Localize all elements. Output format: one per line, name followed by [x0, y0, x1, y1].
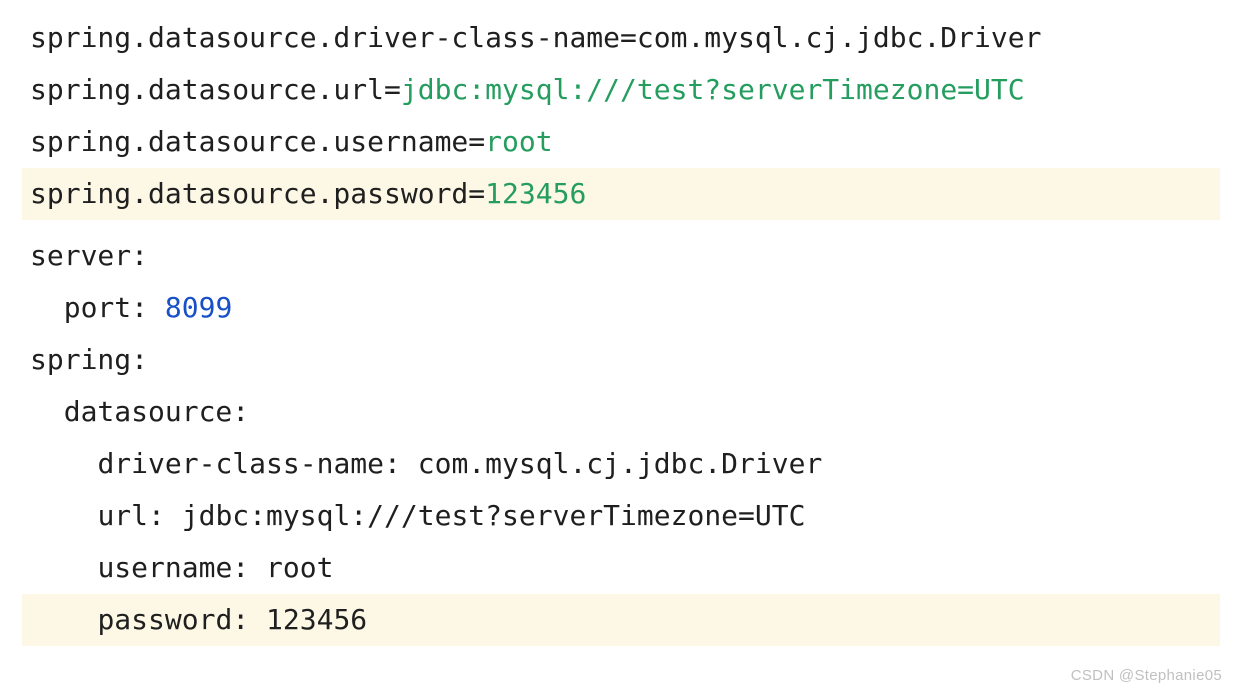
colon-space: :	[232, 603, 266, 636]
indent	[30, 447, 97, 480]
prop-key: spring.datasource.url	[30, 73, 384, 106]
yaml-password-line: password: 123456	[22, 594, 1220, 646]
yaml-server-line: server:	[30, 230, 1236, 282]
yaml-key: port	[64, 291, 131, 324]
indent	[30, 499, 97, 532]
watermark-text: CSDN @Stephanie05	[1071, 667, 1222, 684]
yaml-driver-line: driver-class-name: com.mysql.cj.jdbc.Dri…	[30, 438, 1236, 490]
yaml-value: root	[266, 551, 333, 584]
indent	[30, 603, 97, 636]
colon: :	[232, 395, 249, 428]
prop-value: jdbc:mysql:///test?serverTimezone=UTC	[401, 73, 1025, 106]
colon-space: :	[384, 447, 418, 480]
prop-line-username: spring.datasource.username=root	[30, 116, 1236, 168]
prop-line-url: spring.datasource.url=jdbc:mysql:///test…	[30, 64, 1236, 116]
prop-key: spring.datasource.password	[30, 177, 468, 210]
yaml-datasource-line: datasource:	[30, 386, 1236, 438]
colon-space: :	[131, 291, 165, 324]
prop-value: 123456	[485, 177, 586, 210]
yaml-port-line: port: 8099	[30, 282, 1236, 334]
equals-sign: =	[468, 125, 485, 158]
yaml-value: jdbc:mysql:///test?serverTimezone=UTC	[182, 499, 806, 532]
yaml-username-line: username: root	[30, 542, 1236, 594]
equals-sign: =	[620, 21, 637, 54]
prop-key: spring.datasource.driver-class-name	[30, 21, 620, 54]
code-block: spring.datasource.driver-class-name=com.…	[0, 0, 1236, 646]
spacer	[30, 220, 1236, 230]
colon: :	[131, 239, 148, 272]
yaml-key: url	[97, 499, 148, 532]
yaml-key: server	[30, 239, 131, 272]
yaml-spring-line: spring:	[30, 334, 1236, 386]
yaml-key: datasource	[64, 395, 233, 428]
prop-line-password: spring.datasource.password=123456	[22, 168, 1220, 220]
yaml-value: 8099	[165, 291, 232, 324]
yaml-key: username	[97, 551, 232, 584]
prop-line-driver: spring.datasource.driver-class-name=com.…	[30, 12, 1236, 64]
yaml-key: spring	[30, 343, 131, 376]
colon-space: :	[148, 499, 182, 532]
prop-value: root	[485, 125, 552, 158]
equals-sign: =	[384, 73, 401, 106]
yaml-key: driver-class-name	[97, 447, 384, 480]
yaml-value: 123456	[266, 603, 367, 636]
prop-value: com.mysql.cj.jdbc.Driver	[637, 21, 1042, 54]
indent	[30, 291, 64, 324]
colon-space: :	[232, 551, 266, 584]
prop-key: spring.datasource.username	[30, 125, 468, 158]
yaml-url-line: url: jdbc:mysql:///test?serverTimezone=U…	[30, 490, 1236, 542]
yaml-value: com.mysql.cj.jdbc.Driver	[418, 447, 823, 480]
yaml-key: password	[97, 603, 232, 636]
colon: :	[131, 343, 148, 376]
indent	[30, 395, 64, 428]
equals-sign: =	[468, 177, 485, 210]
indent	[30, 551, 97, 584]
